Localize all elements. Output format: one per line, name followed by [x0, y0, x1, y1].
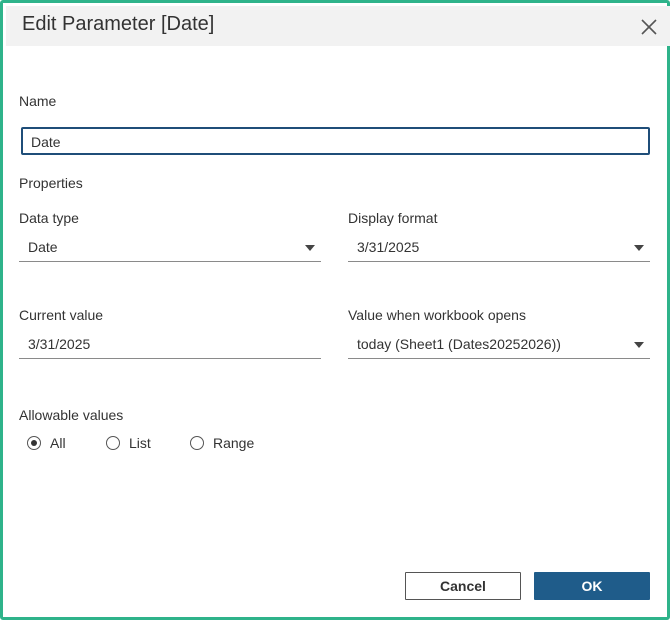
data-type-dropdown[interactable]: Date	[19, 234, 321, 262]
value-when-opens-value: today (Sheet1 (Dates20252026))	[357, 336, 561, 352]
edit-parameter-dialog: Edit Parameter [Date] Name Date Properti…	[0, 0, 670, 620]
properties-heading: Properties	[19, 175, 83, 191]
allowable-values-label: Allowable values	[19, 407, 124, 423]
radio-all[interactable]: All	[27, 434, 87, 456]
current-value-label: Current value	[19, 307, 104, 323]
radio-circle-icon	[190, 436, 204, 450]
radio-circle-icon	[27, 436, 41, 450]
radio-list[interactable]: List	[106, 434, 171, 456]
data-type-value: Date	[28, 239, 58, 255]
close-icon[interactable]	[638, 16, 660, 38]
ok-button[interactable]: OK	[534, 572, 650, 600]
radio-list-label: List	[129, 435, 151, 451]
value-when-opens-dropdown[interactable]: today (Sheet1 (Dates20252026))	[348, 331, 650, 359]
chevron-down-icon	[305, 245, 315, 251]
current-value-input[interactable]: 3/31/2025	[19, 331, 321, 359]
radio-all-label: All	[50, 435, 66, 451]
name-input-value: Date	[31, 134, 61, 150]
chevron-down-icon	[634, 245, 644, 251]
chevron-down-icon	[634, 342, 644, 348]
data-type-label: Data type	[19, 210, 79, 226]
name-input[interactable]: Date	[21, 127, 650, 155]
display-format-dropdown[interactable]: 3/31/2025	[348, 234, 650, 262]
radio-range[interactable]: Range	[190, 434, 270, 456]
display-format-value: 3/31/2025	[357, 239, 420, 255]
value-when-opens-label: Value when workbook opens	[348, 307, 526, 323]
cancel-button[interactable]: Cancel	[405, 572, 521, 600]
display-format-label: Display format	[348, 210, 438, 226]
dialog-title: Edit Parameter [Date]	[22, 13, 215, 35]
name-label: Name	[19, 93, 57, 109]
radio-dot-icon	[31, 440, 37, 446]
current-value-text: 3/31/2025	[28, 336, 91, 352]
dialog-titlebar: Edit Parameter [Date]	[6, 6, 670, 46]
radio-range-label: Range	[213, 435, 255, 451]
radio-circle-icon	[106, 436, 120, 450]
